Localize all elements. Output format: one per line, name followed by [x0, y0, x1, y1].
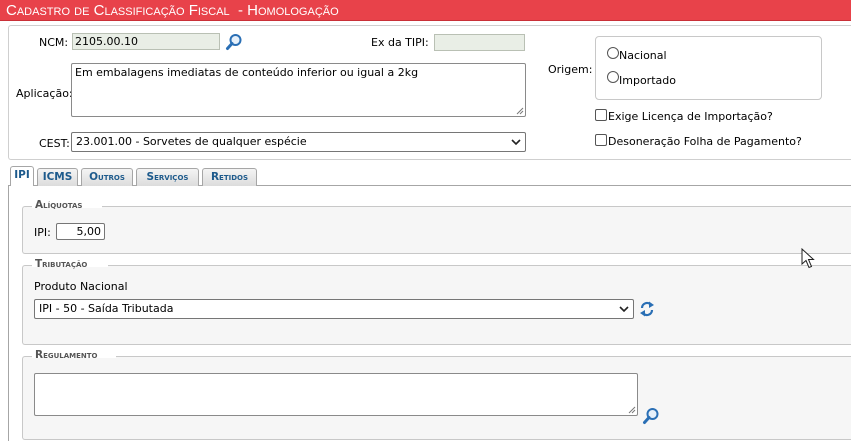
- regulamento-textarea[interactable]: [34, 373, 638, 416]
- ex-tipi-label: Ex da TIPI:: [371, 36, 429, 49]
- regulamento-search-icon[interactable]: [642, 407, 660, 425]
- aliquotas-fieldset: [22, 206, 851, 254]
- resize-grip-icon[interactable]: [516, 107, 524, 115]
- tab-outros[interactable]: Outros: [81, 168, 133, 186]
- tab-retidos[interactable]: Retidos: [202, 168, 257, 186]
- produto-nacional-label: Produto Nacional: [34, 280, 128, 293]
- tab-ipi[interactable]: IPI: [10, 166, 34, 187]
- mouse-cursor-icon: [801, 247, 815, 270]
- exige-licenca-checkbox[interactable]: [595, 109, 607, 121]
- cest-label: CEST:: [39, 137, 70, 150]
- aliquotas-legend: Alíquotas: [35, 199, 83, 211]
- ipi-label: IPI:: [34, 226, 51, 239]
- radio-importado-label: Importado: [619, 74, 676, 87]
- ncm-search-icon[interactable]: [225, 33, 243, 51]
- radio-nacional[interactable]: [607, 47, 619, 59]
- resize-grip-icon[interactable]: [628, 406, 636, 414]
- cest-select[interactable]: 23.001.00 - Sorvetes de qualquer espécie: [71, 132, 526, 152]
- ncm-label: NCM:: [39, 36, 69, 49]
- aplicacao-text: Em embalagens imediatas de conteúdo infe…: [75, 66, 419, 79]
- radio-importado[interactable]: [607, 71, 619, 83]
- origem-label: Origem:: [548, 63, 593, 76]
- ipi-aliquota-input[interactable]: 5,00: [56, 223, 105, 240]
- radio-nacional-label: Nacional: [619, 49, 667, 62]
- tributacao-selected-value: IPI - 50 - Saída Tributada: [39, 302, 174, 315]
- aplicacao-textarea[interactable]: Em embalagens imediatas de conteúdo infe…: [71, 63, 526, 117]
- tributacao-legend: Tributação: [35, 258, 88, 270]
- cest-selected-value: 23.001.00 - Sorvetes de qualquer espécie: [76, 135, 307, 148]
- tab-servicos[interactable]: Serviços: [136, 168, 199, 186]
- tab-bar: [8, 166, 851, 186]
- refresh-icon[interactable]: [639, 300, 655, 318]
- tab-icms[interactable]: ICMS: [37, 168, 78, 186]
- exige-licenca-label: Exige Licença de Importação?: [608, 110, 773, 123]
- regulamento-legend: Regulamento: [35, 349, 98, 361]
- aplicacao-label: Aplicação:: [16, 87, 73, 100]
- chevron-down-icon: [619, 306, 629, 313]
- desoneracao-checkbox[interactable]: [595, 134, 607, 146]
- chevron-down-icon: [511, 139, 521, 146]
- window-title: Cadastro de Classificação Fiscal - Homol…: [0, 0, 851, 21]
- ex-tipi-field[interactable]: [434, 34, 525, 51]
- origem-group: [595, 36, 822, 100]
- ncm-field[interactable]: 2105.00.10: [72, 33, 220, 50]
- desoneracao-label: Desoneração Folha de Pagamento?: [608, 135, 802, 148]
- tributacao-select[interactable]: IPI - 50 - Saída Tributada: [34, 299, 634, 319]
